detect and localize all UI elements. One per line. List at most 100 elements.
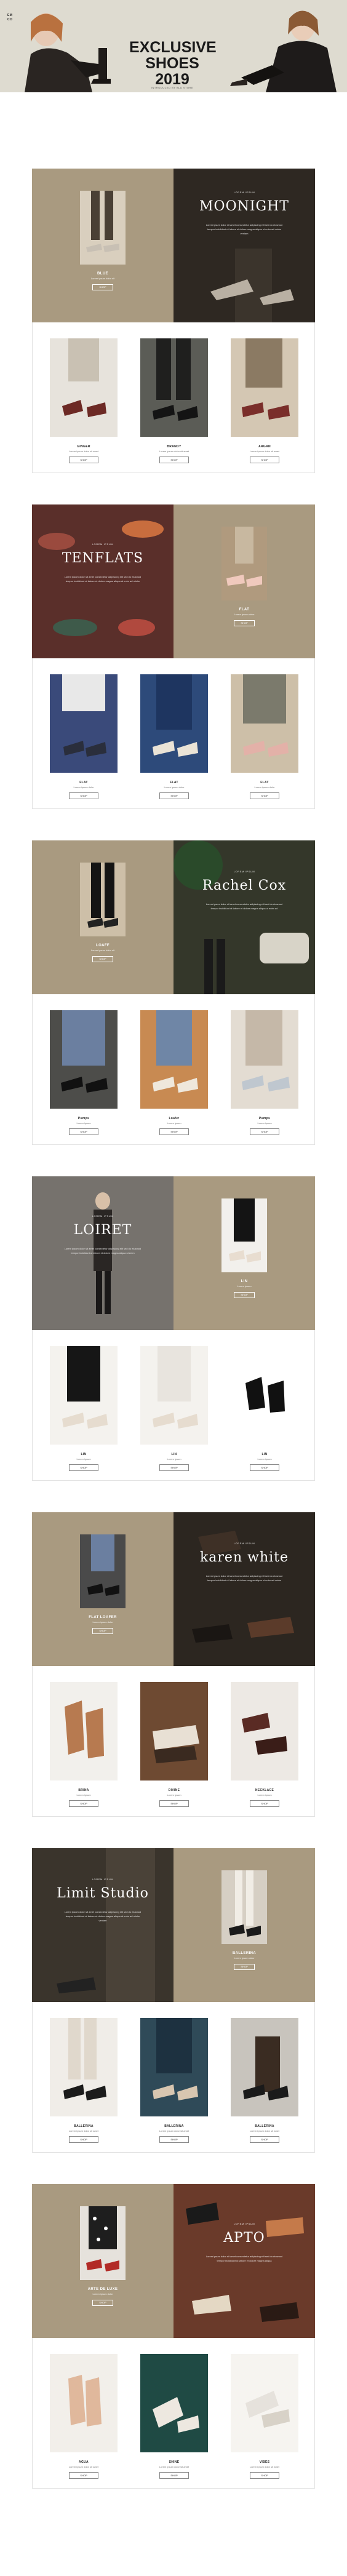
feature-brand-panel: LOREM IPSUM karen white Lorem ipsum dolo… (174, 1512, 315, 1666)
product-card[interactable]: LIN Lorem ipsum SHOP (140, 1346, 208, 1471)
product-card[interactable]: NECKLACE Lorem ipsum SHOP (231, 1682, 298, 1807)
feature-product-caption: BLUE Lorem ipsum dolor sit SHOP (32, 272, 174, 291)
feature-brand-panel: LOREM IPSUM MOONIGHT Lorem ipsum dolor s… (174, 169, 315, 322)
product-desc: Lorem ipsum dolor sit amet (159, 2129, 189, 2132)
brand-name: MOONIGHT (199, 199, 289, 214)
shop-button[interactable]: SHOP (250, 457, 279, 463)
product-desc: Lorem ipsum (167, 1793, 181, 1796)
shop-button[interactable]: SHOP (159, 457, 189, 463)
shop-button[interactable]: SHOP (159, 2472, 189, 2479)
shop-button[interactable]: SHOP (234, 1292, 255, 1298)
shop-button[interactable]: SHOP (69, 2472, 98, 2479)
feature-banner: BLUE Lorem ipsum dolor sit SHOP LOREM IP… (32, 169, 315, 322)
feature-product-name: FLAT LOAFER (89, 1616, 117, 1619)
feature-product-image (80, 863, 126, 936)
shop-button[interactable]: SHOP (250, 2136, 279, 2143)
shop-button[interactable]: SHOP (250, 1464, 279, 1471)
shop-button[interactable]: SHOP (159, 1800, 189, 1807)
feature-banner: ARTE DE LUXE Lorem ipsum dolor SHOP LORE… (32, 2184, 315, 2338)
hero-subtitle: INTRODUCED BY BLU STORE (151, 86, 194, 89)
shop-button[interactable]: SHOP (69, 1464, 98, 1471)
product-image (140, 1682, 208, 1780)
shop-button[interactable]: SHOP (69, 1128, 98, 1135)
product-name: GINGER (77, 445, 90, 449)
product-card[interactable]: AGUA Lorem ipsum dolor sit amet SHOP (50, 2354, 118, 2479)
brand-description: Lorem ipsum dolor sit amet consectetur a… (205, 903, 283, 910)
product-name: FLAT (260, 781, 269, 784)
shop-button[interactable]: SHOP (159, 1464, 189, 1471)
brand-eyebrow: LOREM IPSUM (233, 1542, 255, 1545)
product-image (231, 2354, 298, 2452)
shop-button[interactable]: SHOP (159, 2136, 189, 2143)
product-card[interactable]: Loafer Lorem ipsum SHOP (140, 1010, 208, 1135)
product-card[interactable]: BALLERINA Lorem ipsum dolor sit amet SHO… (50, 2018, 118, 2143)
brand-copy: LOREM IPSUM Limit Studio Lorem ipsum dol… (32, 1878, 174, 1923)
product-desc: Lorem ipsum (167, 1122, 181, 1125)
feature-product-desc: Lorem ipsum (237, 1285, 252, 1288)
shop-button[interactable]: SHOP (69, 1800, 98, 1807)
shop-button[interactable]: SHOP (250, 792, 279, 799)
shop-button[interactable]: SHOP (234, 1964, 255, 1970)
product-name: BRINA (78, 1788, 89, 1792)
feature-banner: LOREM IPSUM Limit Studio Lorem ipsum dol… (32, 1848, 315, 2002)
product-card[interactable]: SHINE Lorem ipsum dolor sit amet SHOP (140, 2354, 208, 2479)
feature-product-desc: Lorem ipsum dolor (234, 613, 255, 616)
product-grid: BALLERINA Lorem ipsum dolor sit amet SHO… (32, 2002, 315, 2153)
shop-button[interactable]: SHOP (69, 457, 98, 463)
product-desc: Lorem ipsum dolor (254, 786, 275, 789)
feature-product-panel: LOAFF Lorem ipsum dolor sit SHOP (32, 840, 174, 994)
hero-title-line-3: 2019 (155, 71, 189, 88)
shop-button[interactable]: SHOP (250, 2472, 279, 2479)
product-desc: Lorem ipsum (257, 1122, 272, 1125)
product-name: FLAT (170, 781, 178, 784)
product-card[interactable]: LIN Lorem ipsum SHOP (231, 1346, 298, 1471)
product-card[interactable]: GINGER Lorem ipsum dolor sit amet SHOP (50, 338, 118, 463)
feature-product-panel: BLUE Lorem ipsum dolor sit SHOP (32, 169, 174, 322)
product-grid: Pumps Lorem ipsum SHOP Loafer Lorem ipsu… (32, 994, 315, 1145)
product-grid: GINGER Lorem ipsum dolor sit amet SHOP B… (32, 322, 315, 473)
product-card[interactable]: FLAT Lorem ipsum dolor SHOP (231, 674, 298, 799)
shop-button[interactable]: SHOP (159, 792, 189, 799)
feature-brand-panel: LOREM IPSUM APTO Lorem ipsum dolor sit a… (174, 2184, 315, 2338)
feature-product-desc: Lorem ipsum dolor (92, 2292, 113, 2295)
feature-banner: LOREM IPSUM LOIRET Lorem ipsum dolor sit… (32, 1176, 315, 1330)
product-card[interactable]: BRINA Lorem ipsum SHOP (50, 1682, 118, 1807)
product-image (50, 338, 118, 437)
shop-button[interactable]: SHOP (250, 1128, 279, 1135)
product-name: LIN (261, 1453, 268, 1456)
shop-button[interactable]: SHOP (69, 792, 98, 799)
product-card[interactable]: LIN Lorem ipsum SHOP (50, 1346, 118, 1471)
product-image (50, 1010, 118, 1109)
product-card[interactable]: BALLERINA Lorem ipsum dolor sit amet SHO… (231, 2018, 298, 2143)
product-card[interactable]: FLAT Lorem ipsum dolor SHOP (140, 674, 208, 799)
product-grid: AGUA Lorem ipsum dolor sit amet SHOP SHI… (32, 2338, 315, 2489)
product-grid: FLAT Lorem ipsum dolor SHOP FLAT Lorem i… (32, 658, 315, 809)
brand-name: Limit Studio (57, 1886, 149, 1901)
shop-button[interactable]: SHOP (92, 2300, 113, 2306)
product-name: LIN (171, 1453, 177, 1456)
product-name: Pumps (258, 1117, 271, 1120)
brand-copy: LOREM IPSUM karen white Lorem ipsum dolo… (174, 1542, 315, 1582)
shop-button[interactable]: SHOP (69, 2136, 98, 2143)
product-card[interactable]: DIVINE Lorem ipsum SHOP (140, 1682, 208, 1807)
product-card[interactable]: ARGAN Lorem ipsum dolor sit amet SHOP (231, 338, 298, 463)
product-desc: Lorem ipsum (167, 1457, 181, 1461)
shop-button[interactable]: SHOP (92, 1628, 113, 1634)
product-image (50, 1682, 118, 1780)
shop-button[interactable]: SHOP (234, 620, 255, 626)
product-card[interactable]: Pumps Lorem ipsum SHOP (50, 1010, 118, 1135)
shop-button[interactable]: SHOP (250, 1800, 279, 1807)
product-card[interactable]: FLAT Lorem ipsum dolor SHOP (50, 674, 118, 799)
product-desc: Lorem ipsum dolor sit amet (159, 450, 189, 453)
product-card[interactable]: BRANDY Lorem ipsum dolor sit amet SHOP (140, 338, 208, 463)
feature-product-desc: Lorem ipsum dolor sit (90, 277, 115, 280)
shop-button[interactable]: SHOP (159, 1128, 189, 1135)
product-name: Pumps (78, 1117, 90, 1120)
product-card[interactable]: Pumps Lorem ipsum SHOP (231, 1010, 298, 1135)
product-card[interactable]: BALLERINA Lorem ipsum dolor sit amet SHO… (140, 2018, 208, 2143)
product-image (50, 2354, 118, 2452)
product-card[interactable]: VIBES Lorem ipsum dolor sit amet SHOP (231, 2354, 298, 2479)
shop-button[interactable]: SHOP (92, 284, 113, 290)
feature-product-caption: LOAFF Lorem ipsum dolor sit SHOP (32, 944, 174, 963)
shop-button[interactable]: SHOP (92, 956, 113, 962)
